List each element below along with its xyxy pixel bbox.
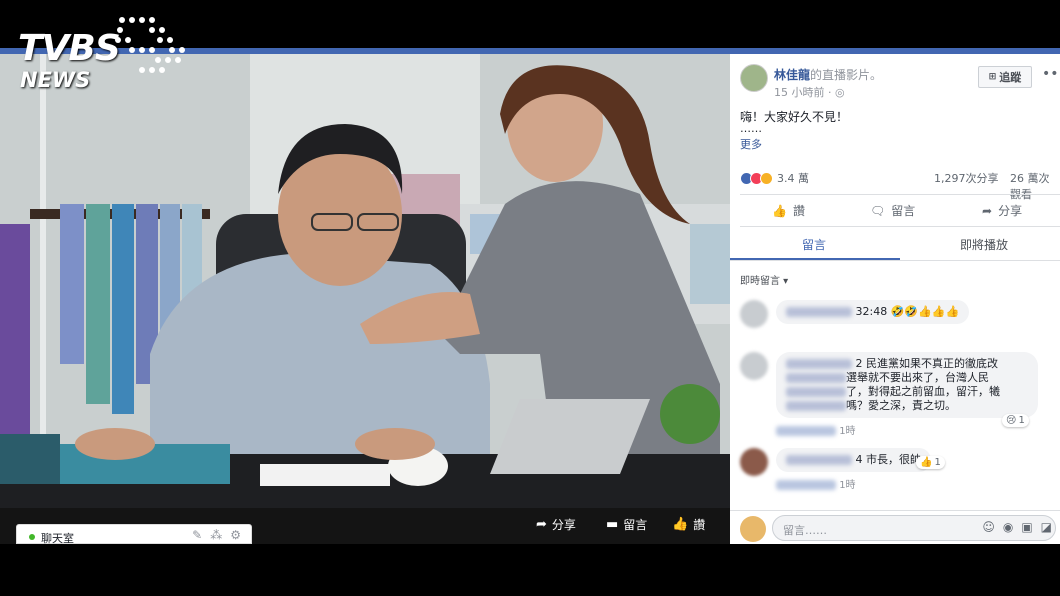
comment-text-line: 了，對得起之前留血，留汗，犧 <box>846 385 1000 398</box>
commenter-name[interactable] <box>786 455 852 465</box>
thumbs-up-icon: 👍 <box>672 517 689 532</box>
commenter-name[interactable] <box>786 307 852 317</box>
share-button[interactable]: ➦ 分享 <box>982 202 1022 219</box>
comment-text: 32:48 🤣🤣👍👍👍 <box>855 305 960 318</box>
video-comment-label: 留言 <box>623 518 648 532</box>
reaction-summary[interactable]: 3.4 萬 <box>740 170 809 186</box>
like-label: 讚 <box>792 204 805 218</box>
divider <box>730 260 1060 261</box>
globe-icon: ◎ <box>834 86 845 99</box>
gear-icon[interactable]: ⚙ <box>230 528 241 542</box>
divider <box>740 194 1060 195</box>
divider <box>740 226 1060 227</box>
comment-meta: 1時 <box>776 422 856 437</box>
tab-comments[interactable]: 留言 <box>802 236 826 253</box>
comment-text-line: 選舉就不要出來了，台灣人民 <box>846 371 989 384</box>
post-actions: 👍 讚 🗨 留言 ➦ 分享 <box>730 200 1060 222</box>
tvbs-news-logo: TVBS NEWS <box>18 14 185 94</box>
live-video-player[interactable] <box>0 54 730 508</box>
like-button[interactable]: 👍 讚 <box>772 202 805 219</box>
comment-reaction-count: 1 <box>1018 415 1025 426</box>
post-stats: 3.4 萬 1,297次分享 26 萬次觀看 <box>740 170 1052 201</box>
camera-icon[interactable]: ◉ <box>1003 520 1013 534</box>
tab-replay[interactable]: 即將播放 <box>960 236 1008 253</box>
post-time-text[interactable]: 15 小時前 · <box>774 86 835 99</box>
comment-reaction-badge[interactable]: 👍 1 <box>916 456 945 469</box>
online-status-icon <box>29 534 35 540</box>
comment-text-line: 嗎？愛之深，責之切。 <box>846 399 956 412</box>
view-count: 26 萬次觀看 <box>1010 172 1050 201</box>
logo-tvbs-text: TVBS <box>18 28 121 69</box>
author-name-link[interactable]: 林佳龍 <box>774 68 810 82</box>
comment-bubble: 2 民進黨如果不真正的徹底改 選舉就不要出來了，台灣人民 了，對得起之前留血，留… <box>776 352 1038 418</box>
comment-bubble-icon: 🗨 <box>870 203 886 218</box>
author-avatar[interactable] <box>740 64 768 92</box>
list-item: 32:48 🤣🤣👍👍👍 <box>740 300 1060 332</box>
blurred-text <box>786 387 846 397</box>
avatar[interactable] <box>740 300 768 328</box>
post-ellipsis: …… <box>740 122 762 135</box>
comment-meta: 1時 <box>776 476 856 491</box>
sad-reaction-icon: 😢 <box>1006 415 1017 426</box>
comment-label: 留言 <box>891 204 916 218</box>
video-frame-illustration <box>0 54 730 508</box>
comment-icon: ▬ <box>606 517 619 532</box>
see-more-link[interactable]: 更多 <box>740 136 762 152</box>
follow-plus-icon: ⊞ <box>988 72 997 82</box>
video-comment-button[interactable]: ▬ 留言 <box>606 516 647 533</box>
avatar[interactable] <box>740 352 768 380</box>
gif-icon[interactable]: ▣ <box>1021 520 1032 534</box>
author-suffix: 的直播影片。 <box>810 68 883 82</box>
comment-text-line: 2 民進黨如果不真正的徹底改 <box>855 357 999 370</box>
chat-room-tab[interactable]: 聊天室 ✎ ⁂ ⚙ <box>16 524 252 545</box>
post-timestamp: 15 小時前 · ◎ <box>774 84 845 100</box>
bottom-black-bar <box>0 544 1060 596</box>
comment-time: 1時 <box>839 426 856 437</box>
video-share-label: 分享 <box>551 518 576 532</box>
screen: TVBS NEWS ➦ 分享 ▬ 留言 👍 讚 聊天室 ✎ ⁂ ⚙ 林佳龍的直播… <box>0 0 1060 596</box>
comment-reaction-count: 1 <box>934 457 941 468</box>
comment-text: 4 市長，很帥 <box>855 453 922 466</box>
avatar[interactable] <box>740 448 768 476</box>
panel-tabs: 留言 即將播放 <box>730 232 1060 262</box>
thumbs-up-outline-icon: 👍 <box>772 203 787 218</box>
author-line: 林佳龍的直播影片。 <box>774 66 882 83</box>
comment-filter-dropdown[interactable]: 即時留言 ▾ <box>740 272 788 287</box>
video-like-label: 讚 <box>693 518 706 532</box>
comment-button[interactable]: 🗨 留言 <box>870 202 915 219</box>
follow-button[interactable]: ⊞ 追蹤 <box>978 66 1032 88</box>
comment-bubble: 4 市長，很帥 <box>776 448 931 472</box>
emoji-icon[interactable]: ☺ <box>982 520 995 534</box>
haha-reaction-icon <box>760 171 773 185</box>
commenter-name[interactable] <box>786 359 852 369</box>
comment-composer: 留言…… ☺ ◉ ▣ ◪ <box>730 510 1060 544</box>
logo-dots-icon <box>115 17 185 73</box>
blurred-text <box>786 373 846 383</box>
post-side-panel: 林佳龍的直播影片。 15 小時前 · ◎ ⊞ 追蹤 ••• 嗨！大家好久不見！ … <box>730 54 1060 544</box>
share-label: 分享 <box>998 204 1023 218</box>
video-share-button[interactable]: ➦ 分享 <box>536 516 576 533</box>
sticker-icon[interactable]: ◪ <box>1041 520 1052 534</box>
comment-input-placeholder: 留言…… <box>783 524 827 537</box>
edit-icon[interactable]: ✎ <box>192 528 202 542</box>
share-arrow-icon: ➦ <box>536 517 547 532</box>
share-arrow-outline-icon: ➦ <box>982 203 993 218</box>
blurred-actions[interactable] <box>776 480 836 490</box>
group-icon[interactable]: ⁂ <box>210 528 222 542</box>
blurred-text <box>786 401 846 411</box>
video-like-button[interactable]: 👍 讚 <box>672 516 705 533</box>
like-reaction-icon: 👍 <box>920 457 933 468</box>
comment-bubble: 32:48 🤣🤣👍👍👍 <box>776 300 970 324</box>
comment-time: 1時 <box>839 480 856 491</box>
more-options-icon[interactable]: ••• <box>1042 66 1060 82</box>
logo-news-text: NEWS <box>20 68 91 92</box>
share-count[interactable]: 1,297次分享 <box>934 170 999 186</box>
blurred-actions[interactable] <box>776 426 836 436</box>
comment-reaction-badge[interactable]: 😢 1 <box>1002 414 1029 427</box>
follow-label: 追蹤 <box>999 71 1022 84</box>
reaction-count: 3.4 萬 <box>777 172 809 185</box>
current-user-avatar[interactable] <box>740 516 766 542</box>
